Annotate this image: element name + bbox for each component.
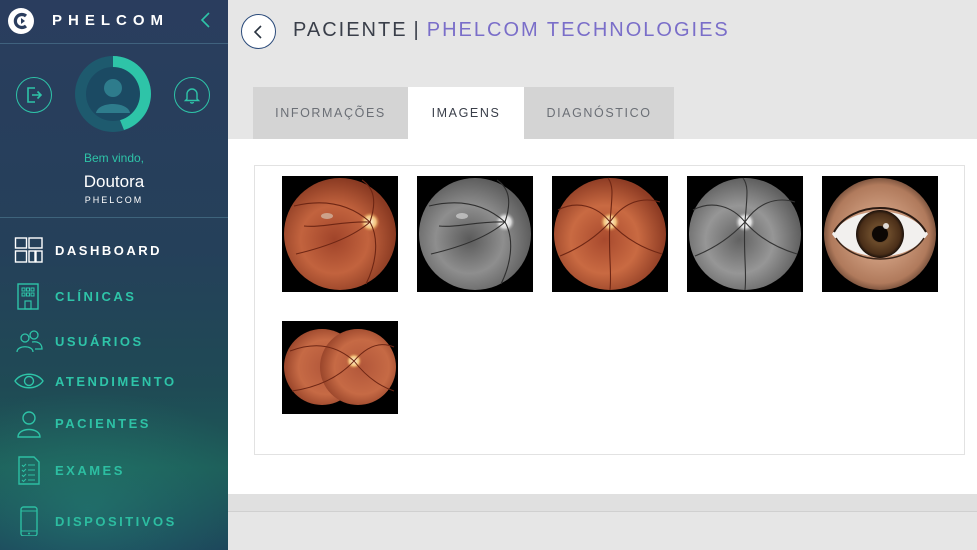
dashboard-icon <box>14 237 43 263</box>
brand-name: PHELCOM <box>52 12 169 29</box>
nav-label-pacientes: PACIENTES <box>55 416 151 431</box>
tab-diagnostico[interactable]: DIAGNÓSTICO <box>524 87 674 139</box>
notifications-button[interactable] <box>174 77 210 113</box>
bell-icon <box>183 88 201 104</box>
nav-item-atendimento[interactable]: ATENDIMENTO <box>0 362 228 400</box>
avatar-icon <box>75 56 151 132</box>
page-title-text: PACIENTE <box>293 19 408 41</box>
nav-label-dashboard: DASHBOARD <box>55 243 162 258</box>
page-title-separator: | <box>413 19 421 41</box>
brand-bar: PHELCOM <box>0 0 228 44</box>
anterior-eye-image <box>824 178 936 290</box>
back-button[interactable] <box>241 14 276 49</box>
sidebar: PHELCOM Bem vindo, Doutora PHELCOM DASHB… <box>0 0 228 550</box>
nav-item-usuarios[interactable]: USUÁRIOS <box>0 322 228 360</box>
tablet-icon <box>20 506 38 536</box>
nav-label-exames: EXAMES <box>55 463 125 478</box>
avatar[interactable] <box>74 55 152 133</box>
logout-icon <box>27 87 43 103</box>
nav-label-dispositivos: DISPOSITIVOS <box>55 514 177 529</box>
main-panel: PACIENTE | PHELCOM TECHNOLOGIES INFORMAÇÕE… <box>228 0 977 550</box>
page-title: PACIENTE | PHELCOM TECHNOLOGIES <box>293 19 730 42</box>
image-thumbnail[interactable] <box>282 321 398 414</box>
user-name: Doutora <box>83 172 145 191</box>
user-icon <box>17 411 41 438</box>
user-org: PHELCOM <box>84 195 144 205</box>
nav-item-clinicas[interactable]: CLÍNICAS <box>0 277 228 315</box>
tab-informacoes[interactable]: INFORMAÇÕES <box>253 87 408 139</box>
nav-item-dispositivos[interactable]: DISPOSITIVOS <box>0 502 228 540</box>
welcome-text: Bem vindo, <box>83 151 145 165</box>
chevron-left-icon[interactable] <box>199 10 211 36</box>
page-title-org: PHELCOM TECHNOLOGIES <box>426 19 730 41</box>
image-gallery <box>254 165 965 455</box>
retina-red-free-image <box>689 177 801 291</box>
nav-item-exames[interactable]: EXAMES <box>0 451 228 489</box>
tab-content <box>228 139 977 494</box>
phelcom-logo-icon[interactable] <box>8 8 34 34</box>
nav-label-clinicas: CLÍNICAS <box>55 289 137 304</box>
image-thumbnail[interactable] <box>282 176 398 292</box>
retina-red-free-image <box>419 178 531 290</box>
image-thumbnail[interactable] <box>417 176 533 292</box>
retina-color-image <box>284 178 396 290</box>
checklist-icon <box>18 456 40 485</box>
footer-strip <box>228 494 977 512</box>
nav-label-usuarios: USUÁRIOS <box>55 334 144 349</box>
users-icon <box>16 330 43 353</box>
image-thumbnail[interactable] <box>822 176 938 292</box>
retina-panorama-image <box>282 321 398 414</box>
profile-panel: Bem vindo, Doutora PHELCOM <box>0 45 228 218</box>
eye-icon <box>14 373 44 389</box>
image-thumbnail[interactable] <box>687 176 803 292</box>
image-thumbnail[interactable] <box>552 176 668 292</box>
chevron-left-icon <box>253 25 262 39</box>
retina-color-image <box>554 177 666 291</box>
nav-item-pacientes[interactable]: PACIENTES <box>0 404 228 442</box>
logout-button[interactable] <box>16 77 52 113</box>
nav-item-dashboard[interactable]: DASHBOARD <box>0 231 228 269</box>
building-icon <box>17 283 39 310</box>
nav-label-atendimento: ATENDIMENTO <box>55 374 177 389</box>
tab-imagens[interactable]: IMAGENS <box>408 87 524 139</box>
